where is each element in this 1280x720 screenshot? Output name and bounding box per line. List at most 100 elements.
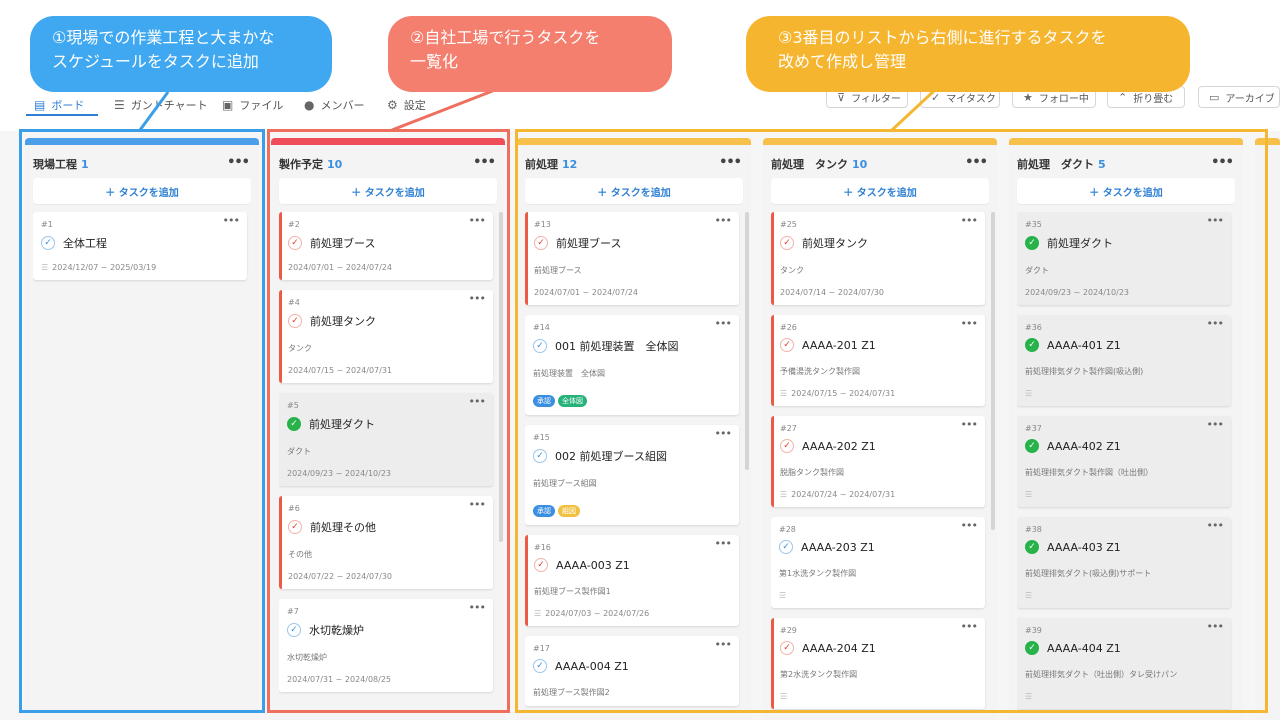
card-more-icon[interactable]: ••• <box>715 537 732 550</box>
tab-file[interactable]: ▣ ファイル <box>222 94 283 116</box>
check-icon[interactable]: ✓ <box>780 236 794 250</box>
task-card[interactable]: #17 ••• ✓ AAAA-004 Z1 前処理ブース製作図2 <box>525 636 739 706</box>
check-icon[interactable]: ✓ <box>780 439 794 453</box>
task-card[interactable]: #16 ••• ✓ AAAA-003 Z1 前処理ブース製作図1 ☰ 2024/07/03 … <box>525 535 739 626</box>
tag-badge[interactable]: 承認 <box>533 505 555 517</box>
chevron-up-icon: ⌃ <box>1118 90 1128 104</box>
task-card[interactable]: #37 ••• ✓ AAAA-402 Z1 前処理排気ダクト製作図（吐出側） ☰ <box>1017 416 1231 507</box>
tag-badge[interactable]: 承認 <box>533 395 555 407</box>
check-icon[interactable]: ✓ <box>288 314 302 328</box>
check-icon[interactable]: ✓ <box>780 338 794 352</box>
task-card[interactable]: #27 ••• ✓ AAAA-202 Z1 脱脂タンク製作図 ☰ 2024/07/24 ~ … <box>771 416 985 507</box>
card-more-icon[interactable]: ••• <box>961 519 978 532</box>
card-more-icon[interactable]: ••• <box>961 214 978 227</box>
check-icon[interactable]: ✓ <box>533 659 547 673</box>
card-more-icon[interactable]: ••• <box>469 601 486 614</box>
check-icon[interactable]: ✓ <box>1025 641 1039 655</box>
card-more-icon[interactable]: ••• <box>961 317 978 330</box>
tab-board[interactable]: ▤ ボード <box>34 94 84 116</box>
board-icon: ▤ <box>34 98 46 112</box>
task-card[interactable]: #28 ••• ✓ AAAA-203 Z1 第1水洗タンク製作図 ☰ <box>771 517 985 608</box>
tab-gear[interactable]: ⚙ 設定 <box>387 94 426 116</box>
list-icon: ☰ <box>780 490 788 499</box>
card-more-icon[interactable]: ••• <box>1207 519 1224 532</box>
scrollbar[interactable] <box>991 212 995 530</box>
check-icon[interactable]: ✓ <box>288 236 302 250</box>
column-more-icon[interactable]: ••• <box>1211 155 1234 170</box>
tab-gantt[interactable]: ☰ ガントチャート <box>114 94 208 116</box>
card-more-icon[interactable]: ••• <box>1207 214 1224 227</box>
column-more-icon[interactable]: ••• <box>965 155 988 170</box>
column-title: 現場工程 <box>33 157 77 171</box>
column-more-icon[interactable]: ••• <box>227 155 250 170</box>
task-card[interactable]: #36 ••• ✓ AAAA-401 Z1 前処理排気ダクト製作図(吸込側) ☰ <box>1017 315 1231 406</box>
card-more-icon[interactable]: ••• <box>961 418 978 431</box>
card-more-icon[interactable]: ••• <box>469 498 486 511</box>
task-date-range: ☰ 2024/07/15 ~ 2024/07/31 <box>780 389 977 398</box>
card-more-icon[interactable]: ••• <box>715 317 732 330</box>
check-icon[interactable]: ✓ <box>1025 540 1039 554</box>
add-task-button[interactable]: ＋ タスクを追加 <box>33 178 251 204</box>
task-card[interactable]: #26 ••• ✓ AAAA-201 Z1 予備湯洗タンク製作図 ☰ 2024/07/15 … <box>771 315 985 406</box>
task-card[interactable]: #35 ••• ✓ 前処理ダクト ダクト 2024/09/23 ~ 2024/10/23 <box>1017 212 1231 305</box>
task-card[interactable]: #5 ••• ✓ 前処理ダクト ダクト 2024/09/23 ~ 2024/10/23 <box>279 393 493 486</box>
column-more-icon[interactable]: ••• <box>473 155 496 170</box>
check-icon[interactable]: ✓ <box>287 623 301 637</box>
task-card[interactable]: #14 ••• ✓ 001 前処理装置 全体図 前処理装置 全体図 承認 全体図 <box>525 315 739 415</box>
card-more-icon[interactable]: ••• <box>715 214 732 227</box>
task-date-text: 2024/07/01 ~ 2024/07/24 <box>534 288 639 297</box>
tag-badge[interactable]: 組図 <box>558 505 580 517</box>
scrollbar[interactable] <box>499 212 503 542</box>
check-icon[interactable]: ✓ <box>534 558 548 572</box>
check-icon[interactable]: ✓ <box>1025 338 1039 352</box>
check-icon[interactable]: ✓ <box>533 449 547 463</box>
task-card[interactable]: #2 ••• ✓ 前処理ブース 2024/07/01 ~ 2024/07/24 <box>279 212 493 280</box>
card-more-icon[interactable]: ••• <box>715 638 732 651</box>
check-icon[interactable]: ✓ <box>780 641 794 655</box>
card-more-icon[interactable]: ••• <box>223 214 240 227</box>
task-number: #38 <box>1025 525 1042 534</box>
card-more-icon[interactable]: ••• <box>469 292 486 305</box>
card-more-icon[interactable]: ••• <box>715 427 732 440</box>
task-card[interactable]: #38 ••• ✓ AAAA-403 Z1 前処理排気ダクト(吸込側)サポート ☰ <box>1017 517 1231 608</box>
tab-member[interactable]: ● メンバー <box>304 94 364 116</box>
check-icon[interactable]: ✓ <box>533 339 547 353</box>
check-icon[interactable]: ✓ <box>1025 439 1039 453</box>
column-title-group: 前処理 12 <box>525 153 577 172</box>
column-color-bar <box>271 138 505 145</box>
check-icon[interactable]: ✓ <box>1025 236 1039 250</box>
task-card[interactable]: #15 ••• ✓ 002 前処理ブース組図 前処理ブース組図 承認 組図 <box>525 425 739 525</box>
card-more-icon[interactable]: ••• <box>469 395 486 408</box>
task-number: #25 <box>780 220 797 229</box>
task-card[interactable]: #1 ••• ✓ 全体工程 ☰ 2024/12/07 ~ 2025/03/19 <box>33 212 247 280</box>
check-icon[interactable]: ✓ <box>41 236 55 250</box>
card-more-icon[interactable]: ••• <box>469 214 486 227</box>
task-card[interactable]: #25 ••• ✓ 前処理タンク タンク 2024/07/14 ~ 2024/07/30 <box>771 212 985 305</box>
card-more-icon[interactable]: ••• <box>1207 620 1224 633</box>
task-card[interactable]: #29 ••• ✓ AAAA-204 Z1 第2水洗タンク製作図 ☰ <box>771 618 985 709</box>
card-more-icon[interactable]: ••• <box>961 620 978 633</box>
task-card[interactable]: #39 ••• ✓ AAAA-404 Z1 前処理排気ダクト（吐出側）タレ受けパン ☰ <box>1017 618 1231 709</box>
add-task-button[interactable]: ＋ タスクを追加 <box>771 178 989 204</box>
check-icon[interactable]: ✓ <box>287 417 301 431</box>
task-card[interactable]: #4 ••• ✓ 前処理タンク タンク 2024/07/15 ~ 2024/07/31 <box>279 290 493 383</box>
task-description: タンク <box>288 344 312 353</box>
check-icon[interactable]: ✓ <box>288 520 302 534</box>
task-card[interactable]: #13 ••• ✓ 前処理ブース 前処理ブース 2024/07/01 ~ 2024/07/… <box>525 212 739 305</box>
add-task-button[interactable]: ＋ タスクを追加 <box>525 178 743 204</box>
tag-badge[interactable]: 全体図 <box>558 395 587 407</box>
check-icon[interactable]: ✓ <box>534 236 548 250</box>
folder-button[interactable]: ▭ アーカイブ <box>1198 86 1280 108</box>
column-title: 製作予定 <box>279 157 323 171</box>
add-task-button[interactable]: ＋ タスクを追加 <box>279 178 497 204</box>
column-more-icon[interactable]: ••• <box>719 155 742 170</box>
board-column: 現場工程 1 ••• ＋ タスクを追加 #1 ••• ✓ 全体工程 ☰ 2024/12/07 ~ … <box>25 138 259 720</box>
task-number: #27 <box>780 424 797 433</box>
task-card[interactable]: #7 ••• ✓ 水切乾燥炉 水切乾燥炉 2024/07/31 ~ 2024/08/25 <box>279 599 493 692</box>
add-task-button[interactable]: ＋ タスクを追加 <box>1017 178 1235 204</box>
card-more-icon[interactable]: ••• <box>1207 418 1224 431</box>
card-more-icon[interactable]: ••• <box>1207 317 1224 330</box>
task-card[interactable]: #6 ••• ✓ 前処理その他 その他 2024/07/22 ~ 2024/07/30 <box>279 496 493 589</box>
scrollbar[interactable] <box>745 212 749 470</box>
check-icon[interactable]: ✓ <box>779 540 793 554</box>
